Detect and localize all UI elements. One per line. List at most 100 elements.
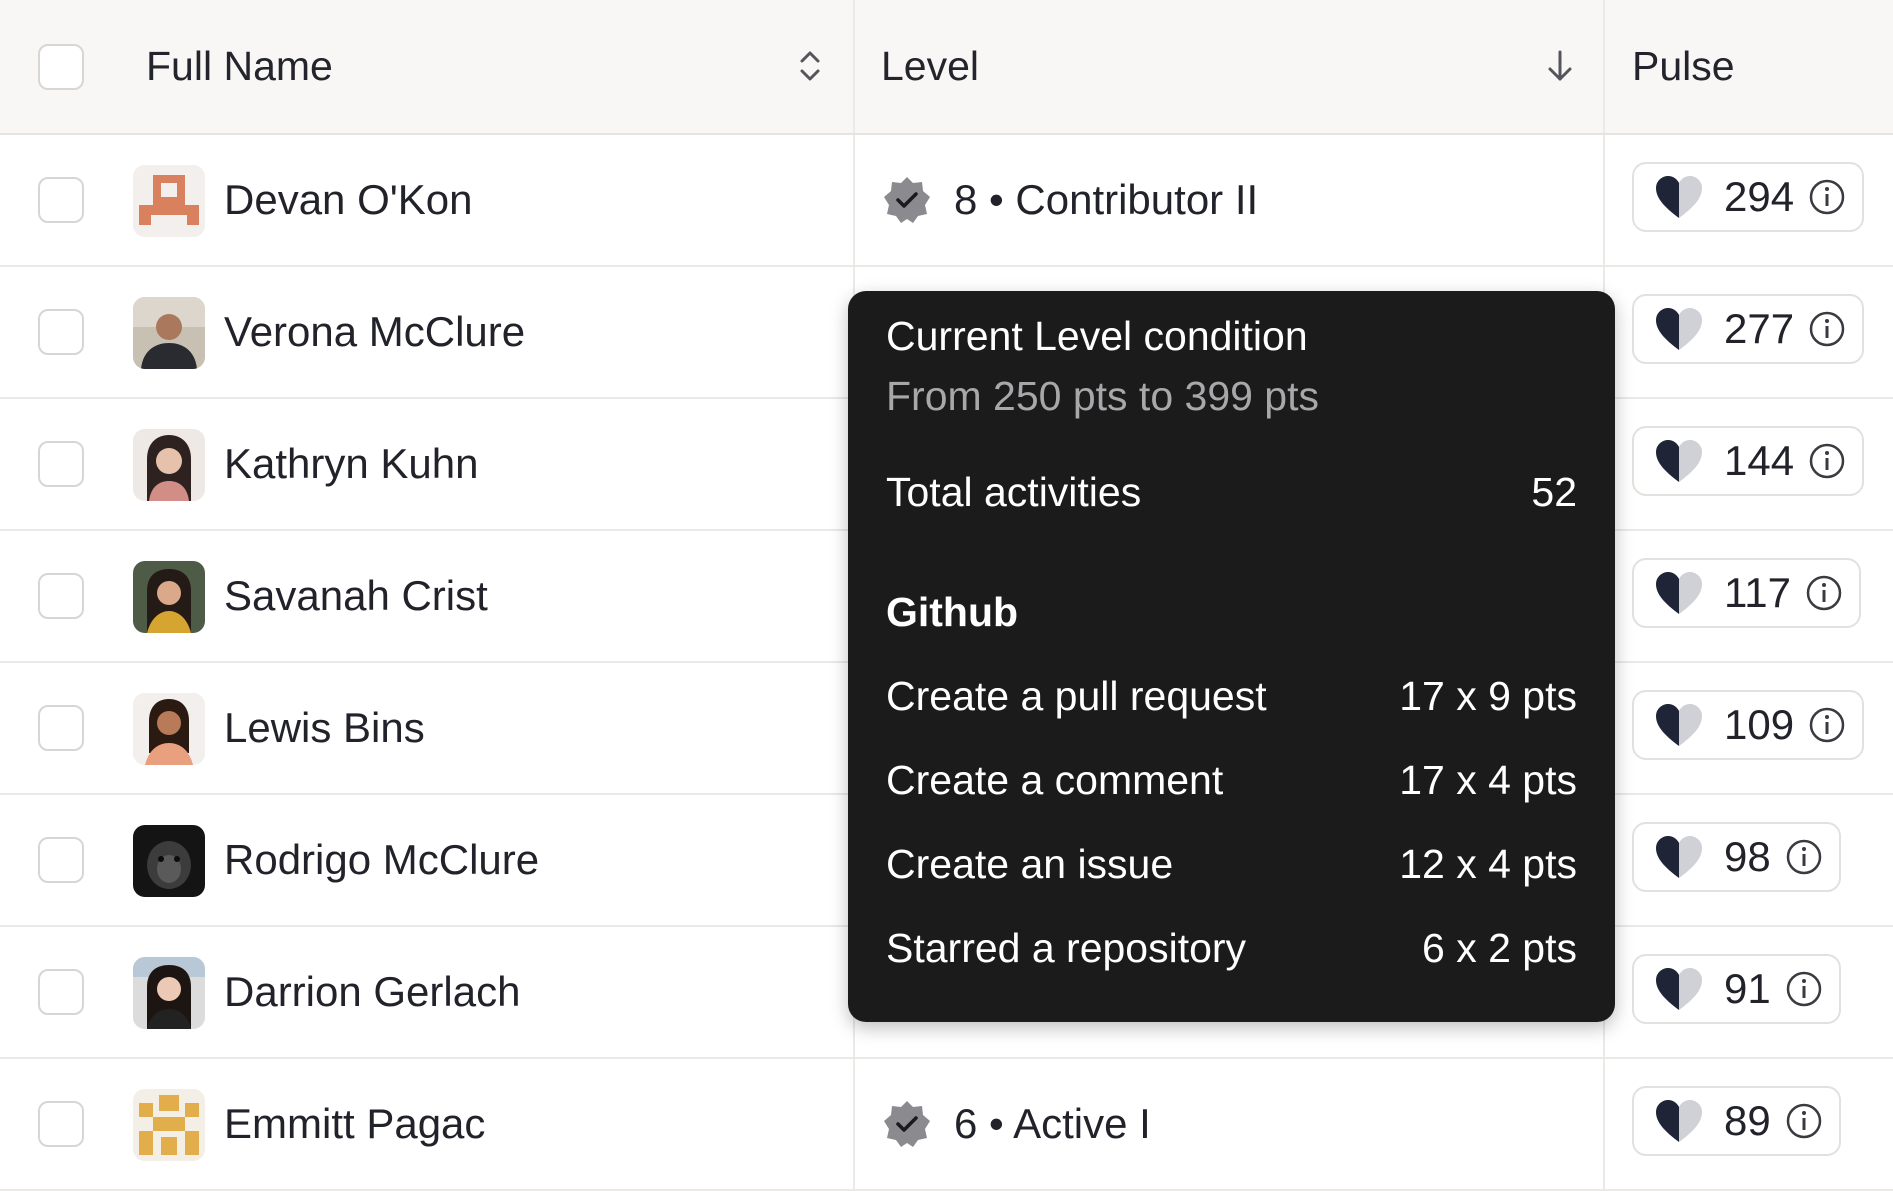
info-icon[interactable]	[1805, 574, 1843, 612]
pixel-avatar-icon	[133, 1089, 205, 1161]
pulse-chip[interactable]: 109	[1632, 690, 1865, 760]
column-divider	[853, 0, 855, 133]
info-icon[interactable]	[1808, 706, 1846, 744]
user-photo-icon	[133, 429, 205, 501]
tooltip-item-label: Create a comment	[886, 757, 1224, 803]
tooltip-item-row: Create a comment 17 x 4 pts	[886, 757, 1577, 804]
info-icon[interactable]	[1785, 838, 1823, 876]
pulse-heart-icon	[1656, 572, 1702, 614]
avatar	[133, 957, 205, 1029]
tooltip-item-row: Create an issue 12 x 4 pts	[886, 841, 1577, 888]
tooltip-title-row: Current Level condition	[886, 313, 1577, 360]
pulse-heart-icon	[1656, 1100, 1702, 1142]
pulse-chip[interactable]: 98	[1632, 822, 1841, 892]
table-header: Full Name Level Pulse	[0, 0, 1893, 135]
tooltip-item-value: 17 x 4 pts	[1399, 757, 1577, 803]
tooltip-item-label: Create an issue	[886, 841, 1174, 887]
tooltip-item-label: Starred a repository	[886, 925, 1247, 971]
column-divider	[1603, 0, 1605, 133]
avatar	[133, 429, 205, 501]
tooltip-item-label: Create a pull request	[886, 673, 1267, 719]
member-name[interactable]: Verona McClure	[224, 267, 525, 397]
tooltip-item-value: 17 x 9 pts	[1399, 673, 1577, 719]
tooltip-subtitle-row: From 250 pts to 399 pts	[886, 373, 1577, 420]
row-checkbox[interactable]	[38, 441, 84, 487]
table-row[interactable]: Devan O'Kon 8 • Contributor II 294	[0, 135, 1893, 267]
pulse-chip[interactable]: 277	[1632, 294, 1865, 364]
pulse-chip[interactable]: 117	[1632, 558, 1861, 628]
info-icon[interactable]	[1808, 442, 1846, 480]
row-checkbox[interactable]	[38, 837, 84, 883]
avatar	[133, 693, 205, 765]
tooltip-total-value: 52	[1531, 469, 1577, 515]
member-name[interactable]: Kathryn Kuhn	[224, 399, 479, 529]
level-cell[interactable]: 8 • Contributor II	[882, 135, 1258, 265]
sort-descending-icon[interactable]	[1540, 46, 1580, 86]
sort-toggle-icon[interactable]	[790, 46, 830, 86]
avatar	[133, 1089, 205, 1161]
pulse-value: 109	[1724, 701, 1795, 748]
pulse-value: 144	[1724, 437, 1795, 484]
member-name[interactable]: Darrion Gerlach	[224, 927, 520, 1057]
pulse-heart-icon	[1656, 836, 1702, 878]
table-row[interactable]: Emmitt Pagac 6 • Active I 89	[0, 1059, 1893, 1191]
column-header-level[interactable]: Level	[881, 0, 979, 133]
row-checkbox[interactable]	[38, 1101, 84, 1147]
pulse-heart-icon	[1656, 308, 1702, 350]
member-name[interactable]: Devan O'Kon	[224, 135, 473, 265]
pulse-chip[interactable]: 144	[1632, 426, 1865, 496]
member-name[interactable]: Lewis Bins	[224, 663, 425, 793]
tooltip-title: Current Level condition	[886, 313, 1308, 359]
pulse-chip[interactable]: 294	[1632, 162, 1865, 232]
column-header-full-name[interactable]: Full Name	[146, 0, 333, 133]
tooltip-total-label: Total activities	[886, 469, 1142, 515]
tooltip-subtitle: From 250 pts to 399 pts	[886, 373, 1320, 419]
pulse-value: 294	[1724, 173, 1795, 220]
user-photo-icon	[133, 561, 205, 633]
tooltip-item-value: 12 x 4 pts	[1399, 841, 1577, 887]
level-label: 8 • Contributor II	[954, 176, 1259, 223]
member-name[interactable]: Emmitt Pagac	[224, 1059, 485, 1189]
column-divider	[1603, 135, 1605, 265]
row-checkbox[interactable]	[38, 309, 84, 355]
info-icon[interactable]	[1808, 310, 1846, 348]
column-header-pulse[interactable]: Pulse	[1632, 0, 1735, 133]
tooltip-item-value: 6 x 2 pts	[1422, 925, 1577, 971]
info-icon[interactable]	[1808, 178, 1846, 216]
tooltip-total-row: Total activities 52	[886, 469, 1577, 516]
pulse-value: 117	[1724, 569, 1791, 616]
select-all-checkbox[interactable]	[38, 44, 84, 90]
row-checkbox[interactable]	[38, 573, 84, 619]
verified-badge-icon	[884, 177, 930, 223]
level-cell[interactable]: 6 • Active I	[882, 1059, 1151, 1189]
pulse-heart-icon	[1656, 176, 1702, 218]
pulse-value: 89	[1724, 1097, 1771, 1144]
column-divider	[853, 135, 855, 265]
pulse-value: 98	[1724, 833, 1771, 880]
tooltip-item-row: Starred a repository 6 x 2 pts	[886, 925, 1577, 972]
tooltip-section-row: Github	[886, 589, 1577, 636]
column-divider	[1603, 1059, 1605, 1189]
pulse-value: 277	[1724, 305, 1795, 352]
pulse-chip[interactable]: 91	[1632, 954, 1841, 1024]
column-divider	[853, 1059, 855, 1189]
avatar	[133, 561, 205, 633]
avatar	[133, 825, 205, 897]
info-icon[interactable]	[1785, 970, 1823, 1008]
user-photo-icon	[133, 693, 205, 765]
pulse-heart-icon	[1656, 704, 1702, 746]
avatar	[133, 297, 205, 369]
pulse-heart-icon	[1656, 968, 1702, 1010]
pulse-chip[interactable]: 89	[1632, 1086, 1841, 1156]
user-photo-icon	[133, 825, 205, 897]
row-checkbox[interactable]	[38, 969, 84, 1015]
pixel-avatar-icon	[133, 165, 205, 237]
user-photo-icon	[133, 957, 205, 1029]
verified-badge-icon	[884, 1101, 930, 1147]
level-condition-tooltip: Current Level condition From 250 pts to …	[848, 291, 1615, 1022]
member-name[interactable]: Rodrigo McClure	[224, 795, 539, 925]
info-icon[interactable]	[1785, 1102, 1823, 1140]
row-checkbox[interactable]	[38, 177, 84, 223]
row-checkbox[interactable]	[38, 705, 84, 751]
member-name[interactable]: Savanah Crist	[224, 531, 488, 661]
